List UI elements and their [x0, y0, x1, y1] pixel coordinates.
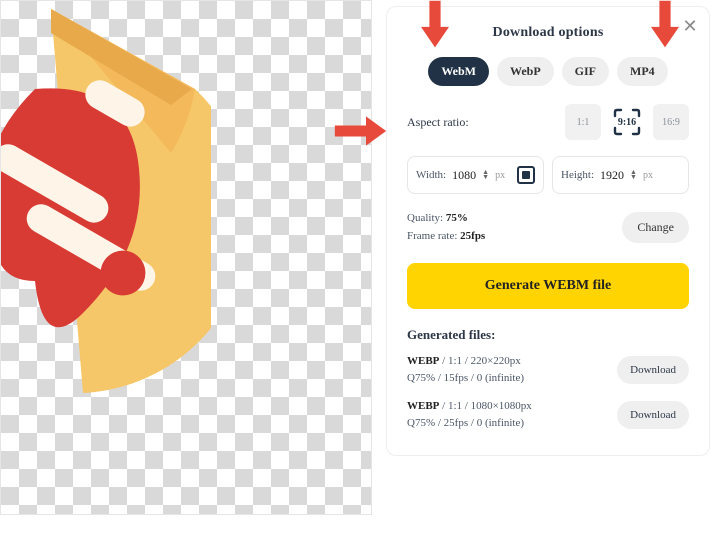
aspect-ratio-label: Aspect ratio: — [407, 115, 469, 130]
height-value: 1920 — [600, 168, 624, 183]
height-input[interactable]: Height: 1920 ▲▼ px — [552, 156, 689, 194]
width-input[interactable]: Width: 1080 ▲▼ px — [407, 156, 544, 194]
format-tabs: WebM WebP GIF MP4 — [407, 57, 689, 86]
download-options-panel: ✕ Download options WebM WebP GIF MP4 Asp… — [386, 6, 710, 456]
quality-framerate-row: Quality: 75% Frame rate: 25fps Change — [407, 210, 689, 245]
aspect-ratio-row: Aspect ratio: 1:1 9:16 16:9 — [407, 104, 689, 140]
generate-button[interactable]: Generate WEBM file — [407, 263, 689, 309]
annotation-arrow-right — [333, 111, 388, 151]
file-meta: WEBP / 1:1 / 220×220px Q75% / 15fps / 0 … — [407, 353, 524, 386]
quality-framerate-text: Quality: 75% Frame rate: 25fps — [407, 210, 485, 245]
generated-file-row: WEBP / 1:1 / 220×220px Q75% / 15fps / 0 … — [407, 353, 689, 386]
format-tab-gif[interactable]: GIF — [562, 57, 609, 86]
stepper-icon[interactable]: ▲▼ — [630, 170, 637, 180]
download-button[interactable]: Download — [617, 401, 689, 429]
unit-label: px — [495, 170, 505, 181]
preview-canvas — [0, 0, 372, 515]
pizza-illustration — [0, 0, 211, 411]
close-icon[interactable]: ✕ — [681, 17, 699, 35]
annotation-arrow-down — [421, 0, 449, 50]
annotation-arrow-down — [651, 0, 679, 50]
format-tab-webm[interactable]: WebM — [428, 57, 489, 86]
change-button[interactable]: Change — [622, 212, 689, 243]
generated-files-header: Generated files: — [407, 327, 689, 343]
width-label: Width: — [416, 169, 446, 181]
aspect-ratio-1-1[interactable]: 1:1 — [565, 104, 601, 140]
aspect-ratio-options: 1:1 9:16 16:9 — [565, 104, 689, 140]
dimensions-row: Width: 1080 ▲▼ px Height: 1920 ▲▼ px — [407, 156, 689, 194]
height-label: Height: — [561, 169, 594, 181]
format-tab-webp[interactable]: WebP — [497, 57, 554, 86]
format-tab-mp4[interactable]: MP4 — [617, 57, 668, 86]
stepper-icon[interactable]: ▲▼ — [482, 170, 489, 180]
unit-label: px — [643, 170, 653, 181]
file-meta: WEBP / 1:1 / 1080×1080px Q75% / 25fps / … — [407, 398, 532, 431]
width-value: 1080 — [452, 168, 476, 183]
panel-title: Download options — [407, 25, 689, 41]
aspect-ratio-16-9[interactable]: 16:9 — [653, 104, 689, 140]
aspect-ratio-9-16[interactable]: 9:16 — [609, 104, 645, 140]
generated-file-row: WEBP / 1:1 / 1080×1080px Q75% / 25fps / … — [407, 398, 689, 431]
link-dimensions-toggle[interactable] — [517, 166, 535, 184]
download-button[interactable]: Download — [617, 356, 689, 384]
